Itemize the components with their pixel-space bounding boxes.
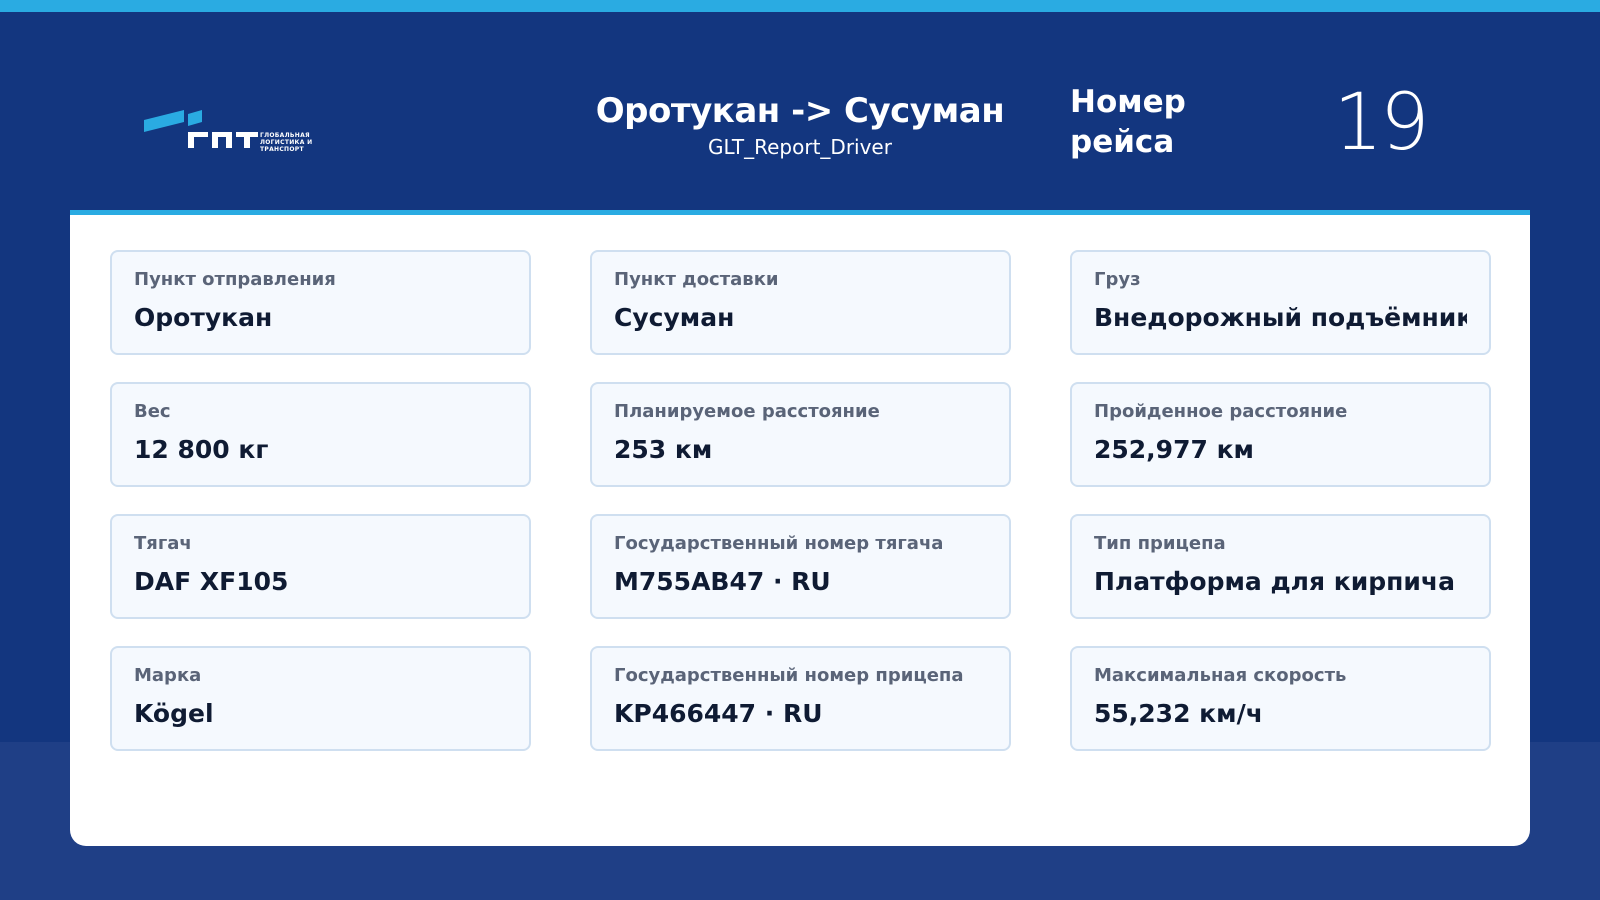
- card-label: Государственный номер тягача: [614, 533, 944, 554]
- card-value: 253 км: [614, 435, 713, 464]
- card-label: Пункт отправления: [134, 269, 336, 290]
- card-tractor: Тягач DAF XF105: [110, 514, 531, 619]
- card-trailer-plate: Государственный номер прицепа KP466447 ·…: [590, 646, 1011, 751]
- card-tractor-plate: Государственный номер тягача M755AB47 · …: [590, 514, 1011, 619]
- card-label: Планируемое расстояние: [614, 401, 880, 422]
- card-value: 12 800 кг: [134, 435, 269, 464]
- card-value: KP466447 · RU: [614, 699, 823, 728]
- card-brand: Марка Kögel: [110, 646, 531, 751]
- card-value: 55,232 км/ч: [1094, 699, 1263, 728]
- card-delivery: Пункт доставки Сусуман: [590, 250, 1011, 355]
- card-weight: Вес 12 800 кг: [110, 382, 531, 487]
- card-value: Внедорожный подъёмник: [1094, 303, 1467, 332]
- card-label: Тягач: [134, 533, 192, 554]
- card-cargo: Груз Внедорожный подъёмник: [1070, 250, 1491, 355]
- card-label: Максимальная скорость: [1094, 665, 1347, 686]
- trip-number-value: 19: [1333, 78, 1429, 168]
- logo-tagline: ГЛОБАЛЬНАЯ ЛОГИСТИКА И ТРАНСПОРТ: [260, 132, 313, 153]
- card-value: Kögel: [134, 699, 214, 728]
- company-logo: ГЛОБАЛЬНАЯ ЛОГИСТИКА И ТРАНСПОРТ: [144, 110, 324, 154]
- route-header: Оротукан -> Сусуман GLT_Report_Driver: [560, 88, 1040, 160]
- trip-number-label: Номер рейса: [1070, 84, 1186, 160]
- card-label: Вес: [134, 401, 171, 422]
- card-value: 252,977 км: [1094, 435, 1254, 464]
- report-name: GLT_Report_Driver: [708, 135, 892, 159]
- card-planned-distance: Планируемое расстояние 253 км: [590, 382, 1011, 487]
- card-label: Пункт доставки: [614, 269, 779, 290]
- card-label: Марка: [134, 665, 202, 686]
- card-departure: Пункт отправления Оротукан: [110, 250, 531, 355]
- card-value: Платформа для кирпича: [1094, 567, 1455, 596]
- card-trailer-type: Тип прицепа Платформа для кирпича: [1070, 514, 1491, 619]
- card-value: Оротукан: [134, 303, 273, 332]
- card-label: Пройденное расстояние: [1094, 401, 1348, 422]
- info-card-grid: Пункт отправления Оротукан Пункт доставк…: [110, 250, 1491, 751]
- card-max-speed: Максимальная скорость 55,232 км/ч: [1070, 646, 1491, 751]
- card-driven-distance: Пройденное расстояние 252,977 км: [1070, 382, 1491, 487]
- card-value: DAF XF105: [134, 567, 289, 596]
- card-label: Государственный номер прицепа: [614, 665, 964, 686]
- card-label: Груз: [1094, 269, 1141, 290]
- top-accent-strip: [0, 0, 1600, 12]
- glt-logo-icon: [144, 110, 258, 148]
- card-label: Тип прицепа: [1094, 533, 1226, 554]
- card-value: M755AB47 · RU: [614, 567, 831, 596]
- route-title: Оротукан -> Сусуман: [595, 91, 1005, 131]
- report-panel: Пункт отправления Оротукан Пункт доставк…: [70, 210, 1530, 846]
- card-value: Сусуман: [614, 303, 735, 332]
